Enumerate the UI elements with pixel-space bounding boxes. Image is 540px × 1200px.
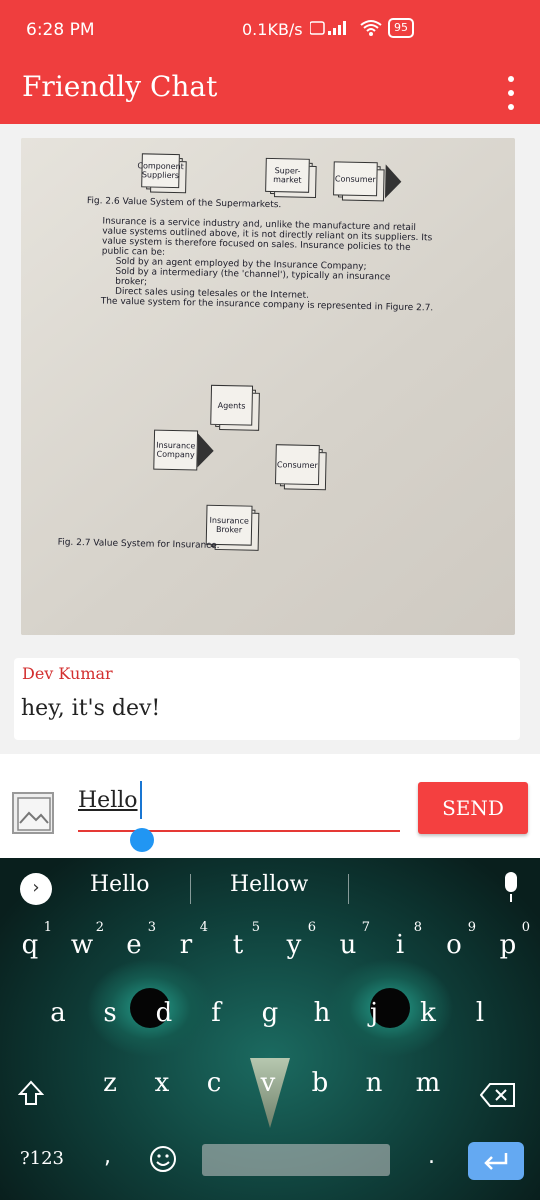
key-h[interactable]: h (304, 998, 340, 1028)
key-n[interactable]: n (356, 1068, 392, 1098)
fig2-box-consumer: Consumer (274, 444, 320, 486)
key-q[interactable]: q1 (12, 920, 52, 960)
fig2-box-insurance-company: Insurance Company (153, 429, 199, 471)
text-caret (140, 781, 142, 819)
photo-paragraph: Insurance is a service industry and, unl… (101, 216, 434, 313)
key-e[interactable]: e3 (116, 920, 156, 960)
key-l[interactable]: l (462, 998, 498, 1028)
key-c[interactable]: c (196, 1068, 232, 1098)
photo-document: Component Suppliers Super- market Consum… (21, 138, 515, 635)
app-bar: Friendly Chat (0, 62, 540, 124)
status-bar: 6:28 PM 0.1KB/s 95 (0, 0, 540, 62)
key-r[interactable]: r4 (168, 920, 208, 960)
key-s[interactable]: s (92, 998, 128, 1028)
enter-key[interactable] (468, 1142, 524, 1180)
comma-key[interactable]: , (104, 1144, 111, 1169)
key-a[interactable]: a (40, 998, 76, 1028)
space-bar[interactable] (202, 1144, 390, 1176)
fig2-arrow-company (197, 433, 215, 468)
key-f[interactable]: f (198, 998, 234, 1028)
key-v[interactable]: v (250, 1068, 286, 1098)
emoji-icon[interactable] (148, 1144, 178, 1174)
shift-icon[interactable] (18, 1080, 44, 1106)
symbols-key[interactable]: ?123 (20, 1148, 64, 1169)
key-b[interactable]: b (302, 1068, 338, 1098)
enter-icon (484, 1153, 508, 1170)
message-text: hey, it's dev! (21, 696, 161, 721)
suggestion-divider (190, 874, 191, 904)
suggestion-2[interactable]: Hellow (230, 872, 308, 897)
mic-icon[interactable] (500, 872, 522, 904)
overflow-menu-icon[interactable] (506, 76, 516, 110)
suggestion-1[interactable]: Hello (90, 872, 150, 897)
key-u[interactable]: u7 (330, 920, 370, 960)
key-t[interactable]: t5 (220, 920, 260, 960)
fig2-box-insurance-broker: Insurance Broker (205, 504, 253, 546)
fig1-caption: Fig. 2.6 Value System of the Supermarket… (86, 196, 282, 211)
fig2-caption: Fig. 2.7 Value System for Insurance. (57, 537, 220, 552)
key-k[interactable]: k (410, 998, 446, 1028)
cursor-handle[interactable] (130, 828, 154, 852)
status-icons: 95 (310, 18, 414, 38)
send-button[interactable]: SEND (418, 782, 528, 834)
key-w[interactable]: w2 (64, 920, 104, 960)
expand-suggestions-icon[interactable]: › (20, 873, 52, 905)
key-m[interactable]: m (410, 1068, 446, 1098)
message-sender: Dev Kumar (22, 664, 113, 683)
suggestion-divider (348, 874, 349, 904)
key-i[interactable]: i8 (382, 920, 422, 960)
fig2-box-agents: Agents (210, 384, 254, 426)
signal-icon (310, 21, 346, 35)
key-g[interactable]: g (252, 998, 288, 1028)
key-x[interactable]: x (144, 1068, 180, 1098)
message-input[interactable]: Hello (78, 784, 400, 832)
message-input-value: Hello (78, 788, 138, 813)
image-picker-icon[interactable] (12, 792, 54, 834)
keyboard: › Hello Hellow q1 w2 e3 r4 t5 y6 u7 i8 o… (0, 858, 540, 1200)
key-o[interactable]: o9 (436, 920, 476, 960)
backspace-icon[interactable] (480, 1082, 516, 1108)
fig1-arrow (384, 164, 402, 199)
fig1-box-consumer: Consumer (333, 161, 378, 197)
message-item[interactable]: Dev Kumar hey, it's dev! (0, 658, 540, 740)
period-key[interactable]: . (428, 1144, 435, 1169)
app-title: Friendly Chat (22, 70, 218, 103)
network-speed: 0.1KB/s (242, 20, 303, 39)
key-z[interactable]: z (92, 1068, 128, 1098)
key-p[interactable]: p0 (490, 920, 530, 960)
key-d[interactable]: d (146, 998, 182, 1028)
message-photo[interactable]: Component Suppliers Super- market Consum… (21, 138, 515, 635)
key-y[interactable]: y6 (276, 920, 316, 960)
battery-icon: 95 (388, 18, 414, 38)
chat-list[interactable]: Component Suppliers Super- market Consum… (0, 124, 540, 754)
wifi-icon (360, 20, 382, 36)
fig1-box-component-suppliers: Component Suppliers (137, 153, 184, 189)
message-composer: Hello SEND (0, 754, 540, 858)
fig1-box-supermarket: Super- market (265, 157, 310, 193)
key-j[interactable]: j (356, 998, 392, 1028)
status-time: 6:28 PM (26, 20, 95, 40)
